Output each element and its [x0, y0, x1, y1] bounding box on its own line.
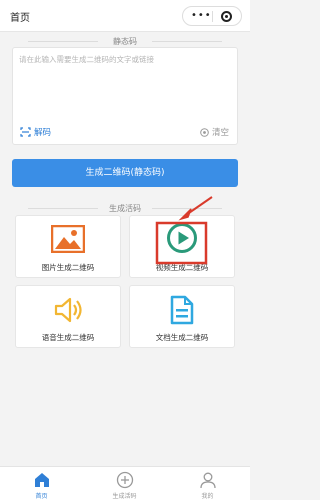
text-input[interactable] — [19, 54, 231, 116]
bottom-tab-bar: 首页 生成活码 我的 — [0, 466, 250, 500]
decode-label: 解码 — [34, 128, 52, 138]
divider-left — [28, 41, 98, 42]
clear-circle-icon — [200, 127, 209, 137]
image-qr-card[interactable]: 图片生成二维码 — [15, 215, 121, 278]
user-icon — [199, 472, 216, 489]
add-circle-icon — [116, 471, 133, 489]
mini-program-capsule: ••• — [182, 6, 242, 26]
live-section-label: 生成活码 — [0, 203, 250, 214]
tab-home[interactable]: 首页 — [0, 467, 83, 500]
static-section-title: 静态码 — [113, 37, 137, 46]
card-label: 语音生成二维码 — [41, 333, 95, 342]
text-input-box: 解码 清空 — [12, 47, 238, 145]
card-label: 视频生成二维码 — [155, 263, 209, 272]
document-icon — [170, 295, 194, 325]
home-icon — [34, 473, 49, 487]
speaker-icon — [54, 297, 82, 323]
tab-label: 我的 — [201, 493, 214, 500]
document-qr-card[interactable]: 文档生成二维码 — [129, 285, 235, 348]
divider-right — [152, 41, 222, 42]
capsule-divider — [212, 11, 213, 22]
target-icon[interactable] — [221, 11, 232, 22]
image-icon — [51, 225, 85, 253]
divider-right — [152, 208, 222, 209]
tab-label: 首页 — [35, 493, 48, 500]
card-label: 图片生成二维码 — [41, 263, 95, 272]
tab-mine[interactable]: 我的 — [166, 467, 249, 500]
scan-icon — [20, 127, 31, 137]
top-bar: 首页 ••• — [0, 0, 250, 32]
generate-static-button[interactable]: 生成二维码(静态码) — [12, 159, 238, 187]
clear-label: 清空 — [211, 128, 229, 138]
page-title: 首页 — [10, 13, 30, 24]
tab-label: 生成活码 — [112, 493, 137, 500]
divider-left — [28, 208, 98, 209]
decode-button[interactable]: 解码 — [20, 126, 51, 138]
play-icon — [167, 223, 197, 253]
card-label: 文档生成二维码 — [155, 333, 209, 342]
more-dots-icon[interactable]: ••• — [191, 11, 212, 21]
clear-button[interactable]: 清空 — [200, 126, 229, 138]
tab-generate-live[interactable]: 生成活码 — [83, 467, 166, 500]
audio-qr-card[interactable]: 语音生成二维码 — [15, 285, 121, 348]
video-qr-card[interactable]: 视频生成二维码 — [129, 215, 235, 278]
live-section-title: 生成活码 — [109, 204, 141, 213]
static-section-label: 静态码 — [0, 36, 250, 47]
